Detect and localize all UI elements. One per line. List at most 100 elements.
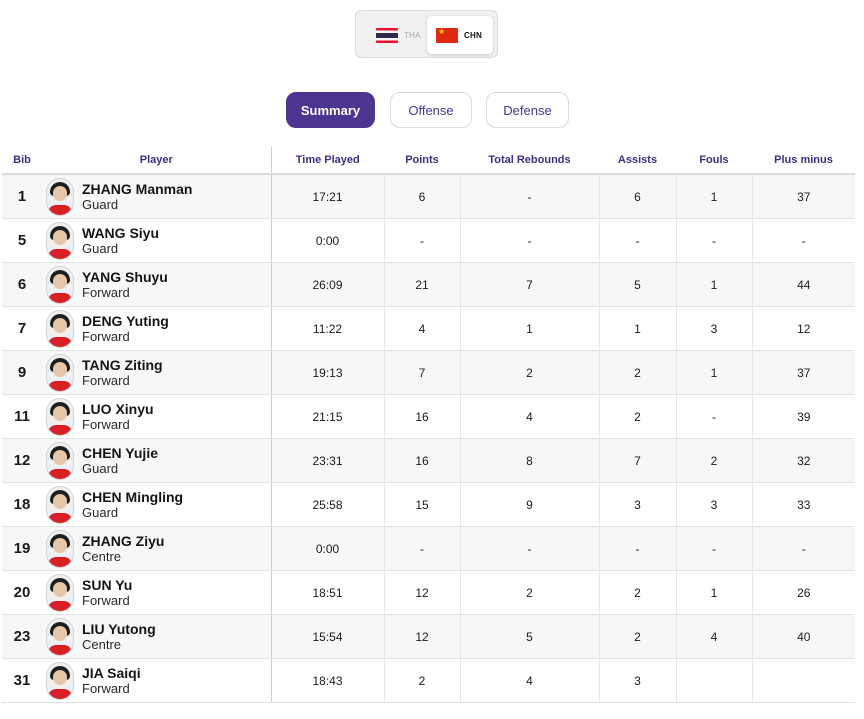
assists-cell: 2 (599, 570, 677, 615)
table-row[interactable]: 19 ZHANG Ziyu Centre 0:00- - - - - (2, 526, 855, 571)
column-header-points[interactable]: Points (384, 147, 460, 175)
player-cell[interactable]: CHEN Yujie Guard (42, 438, 272, 483)
points-cell: 2 (384, 658, 461, 703)
player-cell[interactable]: LUO Xinyu Forward (42, 394, 272, 439)
plus-minus-cell: 12 (752, 306, 855, 351)
assists-cell: 3 (599, 658, 677, 703)
player-position: Centre (82, 549, 122, 564)
team-toggle-chn[interactable]: CHN (427, 16, 493, 54)
tab-offense[interactable]: Offense (390, 92, 472, 128)
player-info: LIU Yutong Centre (42, 617, 271, 656)
player-text: CHEN Mingling Guard (82, 489, 183, 520)
player-text: YANG Shuyu Forward (82, 269, 168, 300)
player-name: ZHANG Manman (82, 181, 193, 197)
column-header-bib[interactable]: Bib (2, 147, 42, 175)
player-avatar (46, 529, 74, 568)
team-toggle-tha[interactable]: THA (362, 16, 426, 54)
time-played-cell: 21:15 (271, 394, 385, 439)
column-header-total-rebounds[interactable]: Total Rebounds (460, 147, 599, 175)
points-cell: 7 (384, 350, 461, 395)
table-row[interactable]: 20 SUN Yu Forward 18:51 12 2 2 1 26 (2, 570, 855, 615)
column-header-fouls[interactable]: Fouls (676, 147, 752, 175)
player-cell[interactable]: CHEN Mingling Guard (42, 482, 272, 527)
total-rebounds-cell: - (460, 218, 600, 263)
table-row[interactable]: 12 CHEN Yujie Guard 23:31 16 8 7 2 32 (2, 438, 855, 483)
assists-cell: 1 (599, 306, 677, 351)
fouls-cell (676, 658, 753, 703)
time-played-cell: 0:00 (271, 526, 385, 571)
player-text: TANG Ziting Forward (82, 357, 163, 388)
player-position: Forward (82, 681, 130, 696)
time-played-cell: 19:13 (271, 350, 385, 395)
assists-cell: 5 (599, 262, 677, 307)
player-text: JIA Saiqi Forward (82, 665, 141, 696)
player-cell[interactable]: ZHANG Manman Guard (42, 174, 272, 219)
china-flag-icon (436, 27, 458, 43)
table-row[interactable]: 6 YANG Shuyu Forward 26:09 21 7 5 1 44 (2, 262, 855, 307)
plus-minus-cell: 26 (752, 570, 855, 615)
fouls-cell: 1 (676, 350, 753, 395)
player-cell[interactable]: WANG Siyu Guard (42, 218, 272, 263)
player-name: YANG Shuyu (82, 269, 168, 285)
player-info: TANG Ziting Forward (42, 353, 271, 392)
column-header-player[interactable]: Player (42, 147, 272, 175)
time-played-cell: 11:22 (271, 306, 385, 351)
player-position: Forward (82, 329, 130, 344)
table-row[interactable]: 5 WANG Siyu Guard 0:00- - - - - (2, 218, 855, 263)
player-text: SUN Yu Forward (82, 577, 132, 608)
total-rebounds-cell: 2 (460, 350, 600, 395)
player-cell[interactable]: YANG Shuyu Forward (42, 262, 272, 307)
tab-defense[interactable]: Defense (486, 92, 569, 128)
player-position: Guard (82, 461, 119, 476)
bib-cell: 19 (2, 526, 42, 571)
column-header-plus-minus[interactable]: Plus minus (752, 147, 855, 175)
plus-minus-cell: 40 (752, 614, 855, 659)
table-row[interactable]: 23 LIU Yutong Centre 15:54 12 5 2 4 40 (2, 614, 855, 659)
player-cell[interactable]: LIU Yutong Centre (42, 614, 272, 659)
player-cell[interactable]: JIA Saiqi Forward (42, 658, 272, 703)
player-text: WANG Siyu Guard (82, 225, 159, 256)
table-row[interactable]: 31 JIA Saiqi Forward 18:43 2 4 3 (2, 658, 855, 703)
table-row[interactable]: 11 LUO Xinyu Forward 21:15 16 4 2-39 (2, 394, 855, 439)
player-avatar (46, 661, 74, 700)
column-header-time-played[interactable]: Time Played (271, 147, 384, 175)
total-rebounds-cell: 4 (460, 394, 600, 439)
table-row[interactable]: 9 TANG Ziting Forward 19:13 7 2 2 1 37 (2, 350, 855, 395)
points-cell: 16 (384, 394, 461, 439)
player-position: Forward (82, 593, 130, 608)
player-text: ZHANG Ziyu Centre (82, 533, 164, 564)
player-avatar (46, 441, 74, 480)
total-rebounds-cell: 9 (460, 482, 600, 527)
player-name: DENG Yuting (82, 313, 169, 329)
player-info: WANG Siyu Guard (42, 221, 271, 260)
player-info: ZHANG Ziyu Centre (42, 529, 271, 568)
total-rebounds-cell: 7 (460, 262, 600, 307)
points-cell: 21 (384, 262, 461, 307)
player-name: CHEN Yujie (82, 445, 158, 461)
table-row[interactable]: 1 ZHANG Manman Guard 17:21 6-6 1 37 (2, 174, 855, 219)
player-position: Guard (82, 197, 119, 212)
player-cell[interactable]: TANG Ziting Forward (42, 350, 272, 395)
player-position: Forward (82, 373, 130, 388)
player-avatar (46, 485, 74, 524)
points-cell: 12 (384, 614, 461, 659)
player-position: Centre (82, 637, 122, 652)
bib-cell: 20 (2, 570, 42, 615)
assists-cell: 7 (599, 438, 677, 483)
table-row[interactable]: 18 CHEN Mingling Guard 25:58 15 9 3 3 33 (2, 482, 855, 527)
fouls-cell: 1 (676, 570, 753, 615)
player-cell[interactable]: ZHANG Ziyu Centre (42, 526, 272, 571)
points-cell: 15 (384, 482, 461, 527)
player-info: CHEN Yujie Guard (42, 441, 271, 480)
player-name: WANG Siyu (82, 225, 160, 241)
column-header-assists[interactable]: Assists (599, 147, 676, 175)
player-cell[interactable]: DENG Yuting Forward (42, 306, 272, 351)
team-code-tha: THA (404, 30, 421, 40)
fouls-cell: - (676, 218, 753, 263)
player-cell[interactable]: SUN Yu Forward (42, 570, 272, 615)
player-text: LIU Yutong Centre (82, 621, 156, 652)
plus-minus-cell: 32 (752, 438, 855, 483)
table-row[interactable]: 7 DENG Yuting Forward 11:22 4 1 1 3 12 (2, 306, 855, 351)
plus-minus-cell: - (752, 218, 855, 263)
tab-summary[interactable]: Summary (286, 92, 375, 128)
